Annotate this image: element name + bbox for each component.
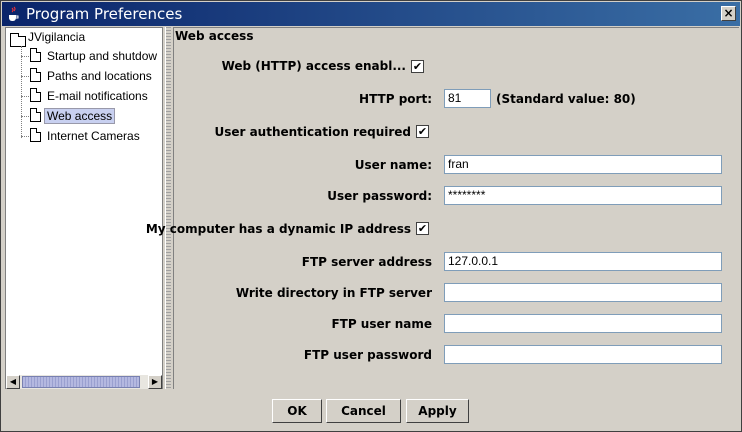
user-password-label: User password: (327, 189, 432, 203)
cancel-button[interactable]: Cancel (326, 399, 401, 423)
scroll-left-icon[interactable]: ◀ (6, 375, 20, 389)
document-icon (30, 108, 41, 122)
ftp-directory-input[interactable] (444, 283, 722, 302)
tree-item-label: Internet Cameras (47, 129, 140, 143)
ftp-directory-label: Write directory in FTP server (235, 286, 432, 300)
tree-item-label: E-mail notifications (47, 89, 148, 103)
tree-item-startup[interactable]: Startup and shutdow (47, 47, 157, 65)
ftp-password-label: FTP user password (303, 348, 432, 362)
user-password-input[interactable]: ******** (444, 186, 722, 205)
http-port-input[interactable]: 81 (444, 89, 491, 108)
auth-required-label: User authentication required (214, 125, 411, 139)
folder-icon (10, 33, 26, 47)
tree-item-cameras[interactable]: Internet Cameras (47, 127, 140, 145)
window-title: Program Preferences (26, 5, 183, 23)
tree-item-label-selected: Web access (44, 108, 116, 124)
scroll-right-icon[interactable]: ▶ (148, 375, 162, 389)
document-icon (30, 88, 41, 102)
ok-button[interactable]: OK (272, 399, 322, 423)
panel-title: Web access (175, 29, 254, 43)
auth-required-checkbox[interactable]: ✔ (416, 125, 429, 138)
apply-button[interactable]: Apply (406, 399, 469, 423)
tree-horizontal-scrollbar[interactable]: ◀ ▶ (6, 375, 162, 389)
user-name-input[interactable]: fran (444, 155, 722, 174)
dynamic-ip-checkbox[interactable]: ✔ (416, 222, 429, 235)
scroll-thumb[interactable] (22, 376, 140, 388)
http-port-hint: (Standard value: 80) (496, 92, 636, 106)
close-button[interactable]: × (721, 6, 736, 21)
tree-item-label: Startup and shutdow (47, 49, 158, 63)
ftp-user-label: FTP user name (331, 317, 432, 331)
ftp-password-input[interactable] (444, 345, 722, 364)
web-access-checkbox[interactable]: ✔ (411, 60, 424, 73)
title-bar: Program Preferences × (2, 2, 740, 26)
tree-item-web-access[interactable]: Web access (44, 107, 116, 125)
preferences-window: Program Preferences × JVigilancia Startu… (0, 0, 742, 432)
user-name-label: User name: (354, 158, 432, 172)
java-cup-icon (9, 6, 19, 21)
tree-root[interactable]: JVigilancia (28, 28, 85, 46)
web-access-label: Web (HTTP) access enabl... (221, 59, 406, 73)
panel-splitter[interactable] (165, 27, 171, 389)
ftp-user-input[interactable] (444, 314, 722, 333)
web-access-panel: Web access Web (HTTP) access enabl... ✔ … (146, 27, 739, 389)
http-port-label: HTTP port: (359, 92, 432, 106)
dynamic-ip-label: My computer has a dynamic IP address (145, 222, 411, 236)
tree-item-email[interactable]: E-mail notifications (47, 87, 148, 105)
ftp-server-input[interactable]: 127.0.0.1 (444, 252, 722, 271)
document-icon (30, 48, 41, 62)
tree-root-label: JVigilancia (28, 30, 86, 44)
document-icon (30, 128, 41, 142)
document-icon (30, 68, 41, 82)
preferences-tree: JVigilancia Startup and shutdow Paths an… (5, 27, 163, 389)
ftp-server-label: FTP server address (301, 255, 432, 269)
tree-item-paths[interactable]: Paths and locations (47, 67, 152, 85)
tree-connector (21, 46, 22, 138)
tree-item-label: Paths and locations (47, 69, 152, 83)
